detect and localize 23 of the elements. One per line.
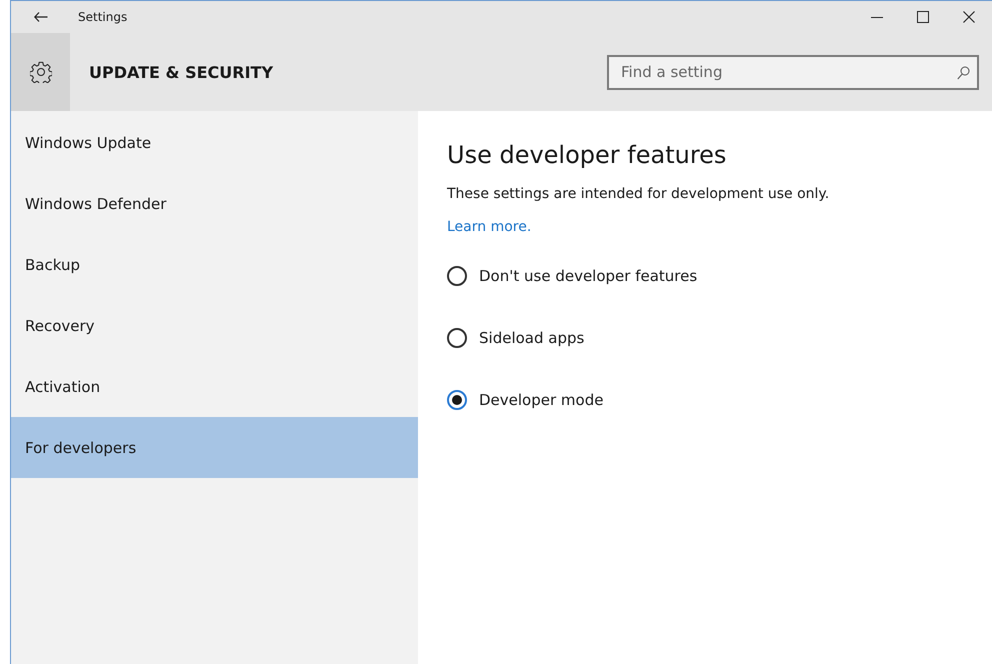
section-title: UPDATE & SECURITY (89, 62, 274, 82)
learn-more-link[interactable]: Learn more. (447, 219, 532, 235)
radio-button[interactable] (447, 390, 467, 410)
sidebar-item[interactable]: For developers (11, 417, 418, 478)
sidebar-item[interactable]: Windows Defender (11, 173, 418, 234)
search-field[interactable]: Find a setting (607, 54, 979, 90)
search-icon[interactable] (957, 66, 970, 80)
option-label: Don't use developer features (479, 267, 698, 285)
page-heading: Use developer features (447, 141, 728, 169)
sidebar-item[interactable]: Recovery (11, 295, 418, 356)
window-title: Settings (78, 10, 128, 24)
radio-button[interactable] (447, 266, 467, 286)
sidebar-item[interactable]: Windows Update (11, 112, 418, 173)
gear-icon (30, 61, 52, 83)
sidebar-item[interactable]: Backup (11, 234, 418, 295)
back-icon[interactable] (34, 12, 48, 22)
close-icon (963, 11, 975, 23)
radio-button[interactable] (447, 328, 467, 348)
sidebar-item[interactable]: Activation (11, 356, 418, 417)
option-label: Developer mode (479, 391, 604, 409)
maximize-icon (917, 11, 929, 23)
description-text: These settings are intended for development use only. (447, 186, 830, 202)
option-label: Sideload apps (479, 329, 584, 347)
